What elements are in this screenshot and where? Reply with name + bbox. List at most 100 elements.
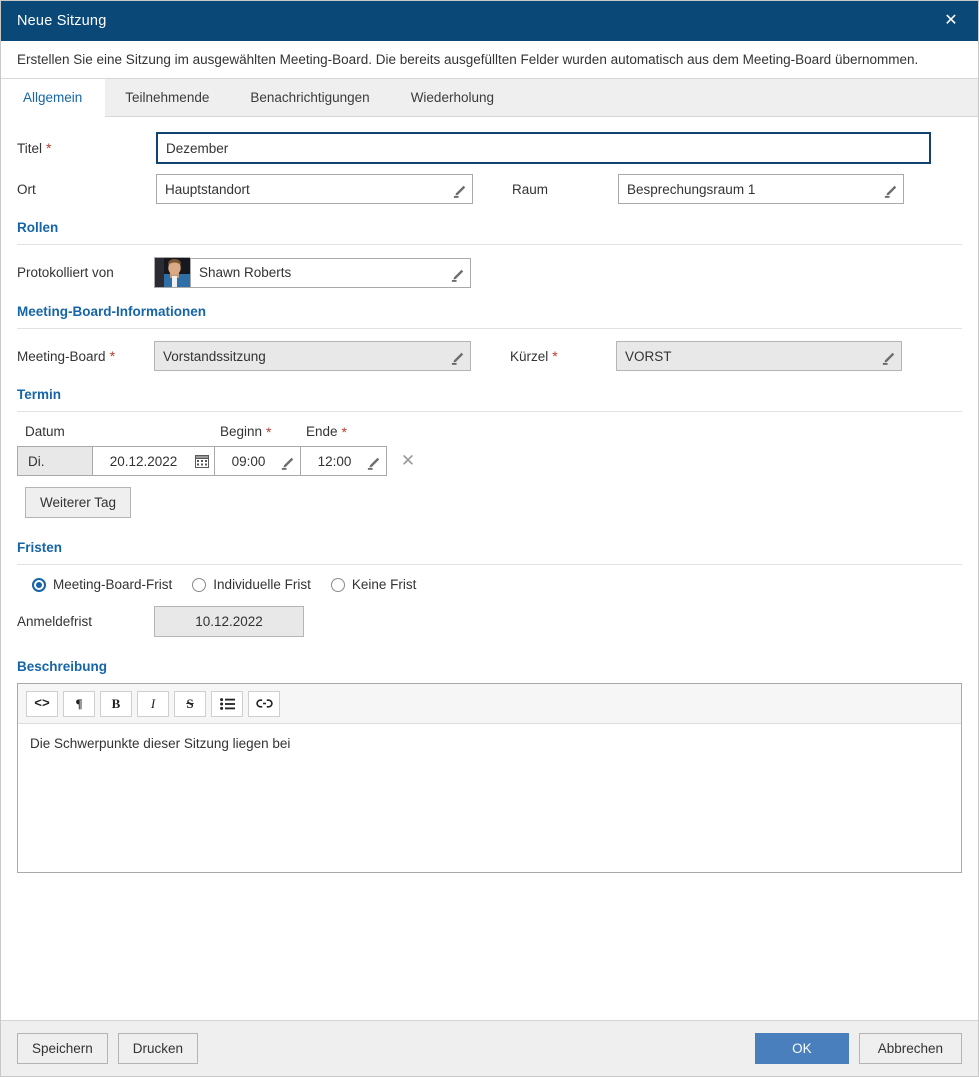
protokolliert-von-value: Shawn Roberts [199,265,292,280]
protokolliert-von-input[interactable]: Shawn Roberts [190,257,471,288]
meeting-board-input[interactable]: Vorstandssitzung [154,341,471,371]
pencil-icon [451,269,464,282]
frist-radio-group: Meeting-Board-Frist Individuelle Frist K… [17,577,962,592]
section-meeting-board: Meeting-Board-Informationen Meeting-Boar… [17,304,962,371]
section-title-termin: Termin [17,387,62,402]
section-divider [17,411,962,412]
table-row: Di. 20.12.2022 09:00 12:00 ✕ [17,446,962,476]
raum-input[interactable]: Besprechungsraum 1 [618,174,904,204]
raum-value: Besprechungsraum 1 [627,181,756,197]
label-protokolliert-von: Protokolliert von [17,265,114,280]
section-fristen: Fristen Meeting-Board-Frist Individuelle… [17,540,962,637]
weekday-cell: Di. [17,446,93,476]
italic-icon[interactable]: I [137,690,169,717]
save-button[interactable]: Speichern [17,1033,108,1064]
pencil-icon [882,352,895,365]
bullet-list-icon[interactable] [211,690,243,717]
section-title-fristen: Fristen [17,540,63,555]
column-header-beginn: Beginn * [220,423,272,440]
field-row-board: Meeting-Board * Vorstandssitzung Kürzel * … [17,341,962,371]
pencil-icon [281,457,294,470]
radio-individuelle-frist[interactable]: Individuelle Frist [192,577,311,592]
section-title-beschreibung: Beschreibung [17,659,108,674]
field-row-titel: Titel * Dezember [17,132,962,164]
dialog-titlebar: Neue Sitzung ✕ [1,1,978,41]
dialog-footer: Speichern Drucken OK Abbrechen [1,1020,978,1076]
section-title-meeting-board: Meeting-Board-Informationen [17,304,206,319]
section-termin: Termin Datum Beginn * Ende * Di. 20.12.202… [17,387,962,518]
paragraph-icon[interactable]: ¶ [63,690,95,717]
calendar-icon[interactable] [195,454,209,468]
avatar [154,257,190,288]
strikethrough-icon[interactable]: S [174,690,206,717]
label-meeting-board: Meeting-Board * [17,348,116,364]
ort-input[interactable]: Hauptstandort [156,174,473,204]
section-rollen: Rollen Protokolliert von Shawn Roberts [17,220,962,288]
titel-input[interactable]: Dezember [156,132,931,164]
tab-wiederholung[interactable]: Wiederholung [391,79,515,116]
cancel-button[interactable]: Abbrechen [858,1033,962,1064]
start-time-input[interactable]: 09:00 [215,446,301,476]
section-beschreibung: Beschreibung <> ¶ B I S Die Schwerpunkte… [17,659,962,873]
start-time-value: 09:00 [231,453,266,469]
tab-teilnehmende[interactable]: Teilnehmende [105,79,230,116]
pencil-icon [884,185,897,198]
radio-keine-frist[interactable]: Keine Frist [330,577,417,592]
print-button[interactable]: Drucken [117,1033,199,1064]
radio-label: Meeting-Board-Frist [53,577,173,592]
radio-meeting-board-frist[interactable]: Meeting-Board-Frist [32,577,172,592]
remove-date-row-icon[interactable]: ✕ [395,448,421,474]
radio-label: Individuelle Frist [213,577,311,592]
date-input[interactable]: 20.12.2022 [93,446,215,476]
ort-value: Hauptstandort [165,181,250,197]
avatar-photo [155,258,190,287]
column-header-ende: Ende * [306,423,347,440]
source-code-icon[interactable]: <> [26,690,58,717]
radio-selected-icon [32,577,46,592]
radio-unselected-icon [330,577,345,592]
required-marker: * [109,348,116,364]
end-time-value: 12:00 [317,453,352,469]
section-divider [17,328,962,329]
pencil-icon [451,352,464,365]
description-content: Die Schwerpunkte dieser Sitzung liegen b… [30,736,291,751]
label-raum: Raum [512,181,549,197]
meeting-board-value: Vorstandssitzung [163,348,266,364]
required-marker: * [46,140,52,156]
info-text: Erstellen Sie eine Sitzung im ausgewählt… [17,52,919,67]
label-kuerzel: Kürzel * [510,348,558,364]
termin-column-headers: Datum Beginn * Ende * [17,424,962,439]
tab-bar: Allgemein Teilnehmende Benachrichtigunge… [1,79,978,117]
field-row-ort-raum: Ort Hauptstandort Raum Besprechungsraum … [17,174,962,204]
dialog-title: Neue Sitzung [17,13,107,29]
description-editor: <> ¶ B I S Die Schwerpunkte dieser Sitzu… [17,683,962,873]
radio-unselected-icon [192,577,207,592]
anmeldefrist-value-box: 10.12.2022 [154,606,304,637]
kuerzel-value: VORST [625,348,672,364]
field-row-protokolliert: Protokolliert von Shawn Roberts [17,257,962,288]
titel-value: Dezember [166,140,229,156]
field-row-anmeldefrist: Anmeldefrist 10.12.2022 [17,606,962,637]
tab-benachrichtigungen[interactable]: Benachrichtigungen [230,79,390,116]
close-icon[interactable]: ✕ [938,8,964,34]
description-textarea[interactable]: Die Schwerpunkte dieser Sitzung liegen b… [18,724,961,872]
link-icon[interactable] [248,690,280,717]
kuerzel-input[interactable]: VORST [616,341,902,371]
end-time-input[interactable]: 12:00 [301,446,387,476]
required-marker: * [266,423,272,440]
info-bar: Erstellen Sie eine Sitzung im ausgewählt… [1,41,978,79]
date-value: 20.12.2022 [109,453,178,469]
section-divider [17,564,962,565]
bold-icon[interactable]: B [100,690,132,717]
add-day-button[interactable]: Weiterer Tag [25,487,132,518]
required-marker: * [341,423,347,440]
tab-allgemein[interactable]: Allgemein [1,79,106,117]
pencil-icon [453,185,466,198]
label-ort: Ort [17,181,36,197]
anmeldefrist-value: 10.12.2022 [195,614,263,629]
pencil-icon [367,457,380,470]
ok-button[interactable]: OK [755,1033,849,1064]
label-titel: Titel * [17,140,52,156]
section-title-rollen: Rollen [17,220,59,235]
radio-label: Keine Frist [351,577,417,592]
